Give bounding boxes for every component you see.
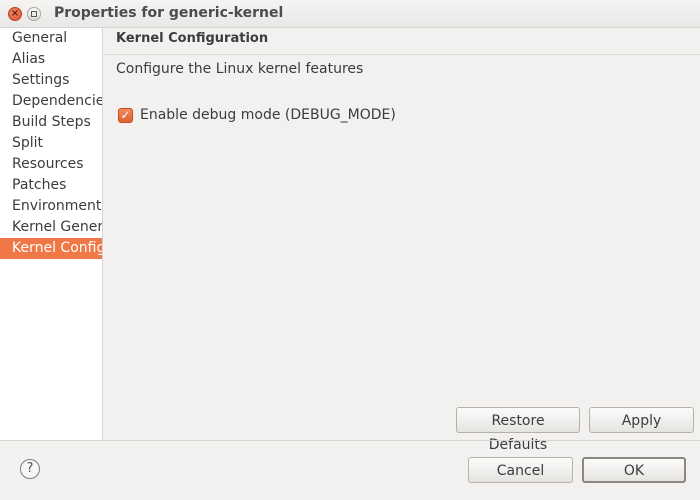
sidebar-item-patches[interactable]: Patches [0,175,102,196]
debug-mode-checkbox[interactable]: ✓ [118,107,133,123]
close-icon[interactable]: × [8,7,22,21]
properties-page: Kernel Configuration Configure the Linux… [104,28,700,453]
footer-divider [0,440,700,441]
sidebar-item-alias[interactable]: Alias [0,49,102,70]
debug-mode-label[interactable]: Enable debug mode (DEBUG_MODE) [140,107,396,123]
restore-defaults-button[interactable]: Restore Defaults [456,407,580,453]
apply-button[interactable]: Apply [589,407,694,433]
title-bar: × Properties for generic-kernel [0,0,700,28]
page-title: Kernel Configuration [116,31,269,46]
page-description: Configure the Linux kernel features [116,61,364,77]
help-icon[interactable]: ? [20,459,40,479]
cancel-button[interactable]: Cancel [468,457,573,483]
sidebar-item-kernel-configuration[interactable]: Kernel Configuration [0,238,102,259]
sidebar: General Alias Settings Dependencies Buil… [0,28,103,440]
sidebar-item-split[interactable]: Split [0,133,102,154]
ok-button[interactable]: OK [582,457,686,483]
title-divider [104,54,700,55]
sidebar-item-build-steps[interactable]: Build Steps [0,112,102,133]
sidebar-item-dependencies[interactable]: Dependencies [0,91,102,112]
sidebar-item-settings[interactable]: Settings [0,70,102,91]
window-title: Properties for generic-kernel [54,5,284,21]
sidebar-item-general[interactable]: General [0,28,102,49]
sidebar-item-kernel-generator[interactable]: Kernel Generator [0,217,102,238]
maximize-icon[interactable] [27,7,41,21]
sidebar-item-resources[interactable]: Resources [0,154,102,175]
debug-mode-option[interactable]: ✓ Enable debug mode (DEBUG_MODE) [118,106,396,124]
sidebar-item-environment[interactable]: Environment [0,196,102,217]
